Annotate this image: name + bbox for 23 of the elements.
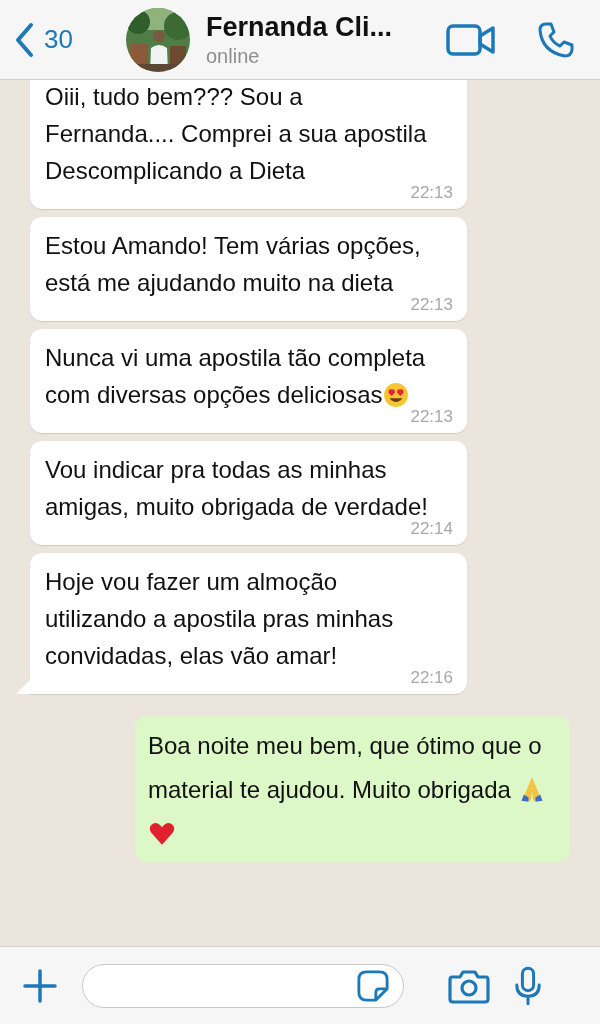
plus-icon[interactable]	[22, 967, 58, 1004]
camera-icon[interactable]	[448, 967, 490, 1004]
message-text: Vou indicar pra todas as minhas amigas, muito obrigada de verdade!	[45, 455, 429, 522]
heart-eyes-emoji-icon	[382, 382, 409, 408]
message-text: Hoje vou fazer um almoção utilizando a apostila pras minhas convidadas, elas vão amar!	[45, 567, 395, 671]
contact-name[interactable]: Fernanda Cli...	[206, 11, 434, 43]
message-time: 22:13	[410, 295, 453, 315]
message-time: 22:16	[410, 668, 453, 688]
microphone-icon[interactable]	[514, 965, 542, 1006]
message-text: Oiii, tudo bem??? Sou a Fernanda.... Comprei a sua apostila Descomplicando a Dieta	[45, 82, 428, 186]
phone-call-icon[interactable]	[538, 21, 574, 58]
message-time: 22:13	[410, 183, 453, 203]
video-call-icon[interactable]	[446, 23, 496, 56]
contact-status: online	[206, 44, 261, 68]
back-chevron-icon[interactable]	[14, 21, 34, 58]
message-time: 22:13	[410, 407, 453, 427]
back-button[interactable]: 30	[14, 21, 114, 58]
sticker-icon[interactable]	[357, 969, 389, 1002]
message-input-field[interactable]	[82, 963, 404, 1008]
message-text: Estou Amando! Tem várias opções, está me ajudando muito na dieta	[45, 231, 422, 298]
message-time: 22:14	[410, 519, 453, 539]
message-text: Boa noite meu bem, que ótimo que o material te ajudou. Muito obrigada	[148, 724, 546, 856]
message-text: Nunca vi uma apostila tão completa com diversas opções deliciosas	[45, 343, 427, 410]
